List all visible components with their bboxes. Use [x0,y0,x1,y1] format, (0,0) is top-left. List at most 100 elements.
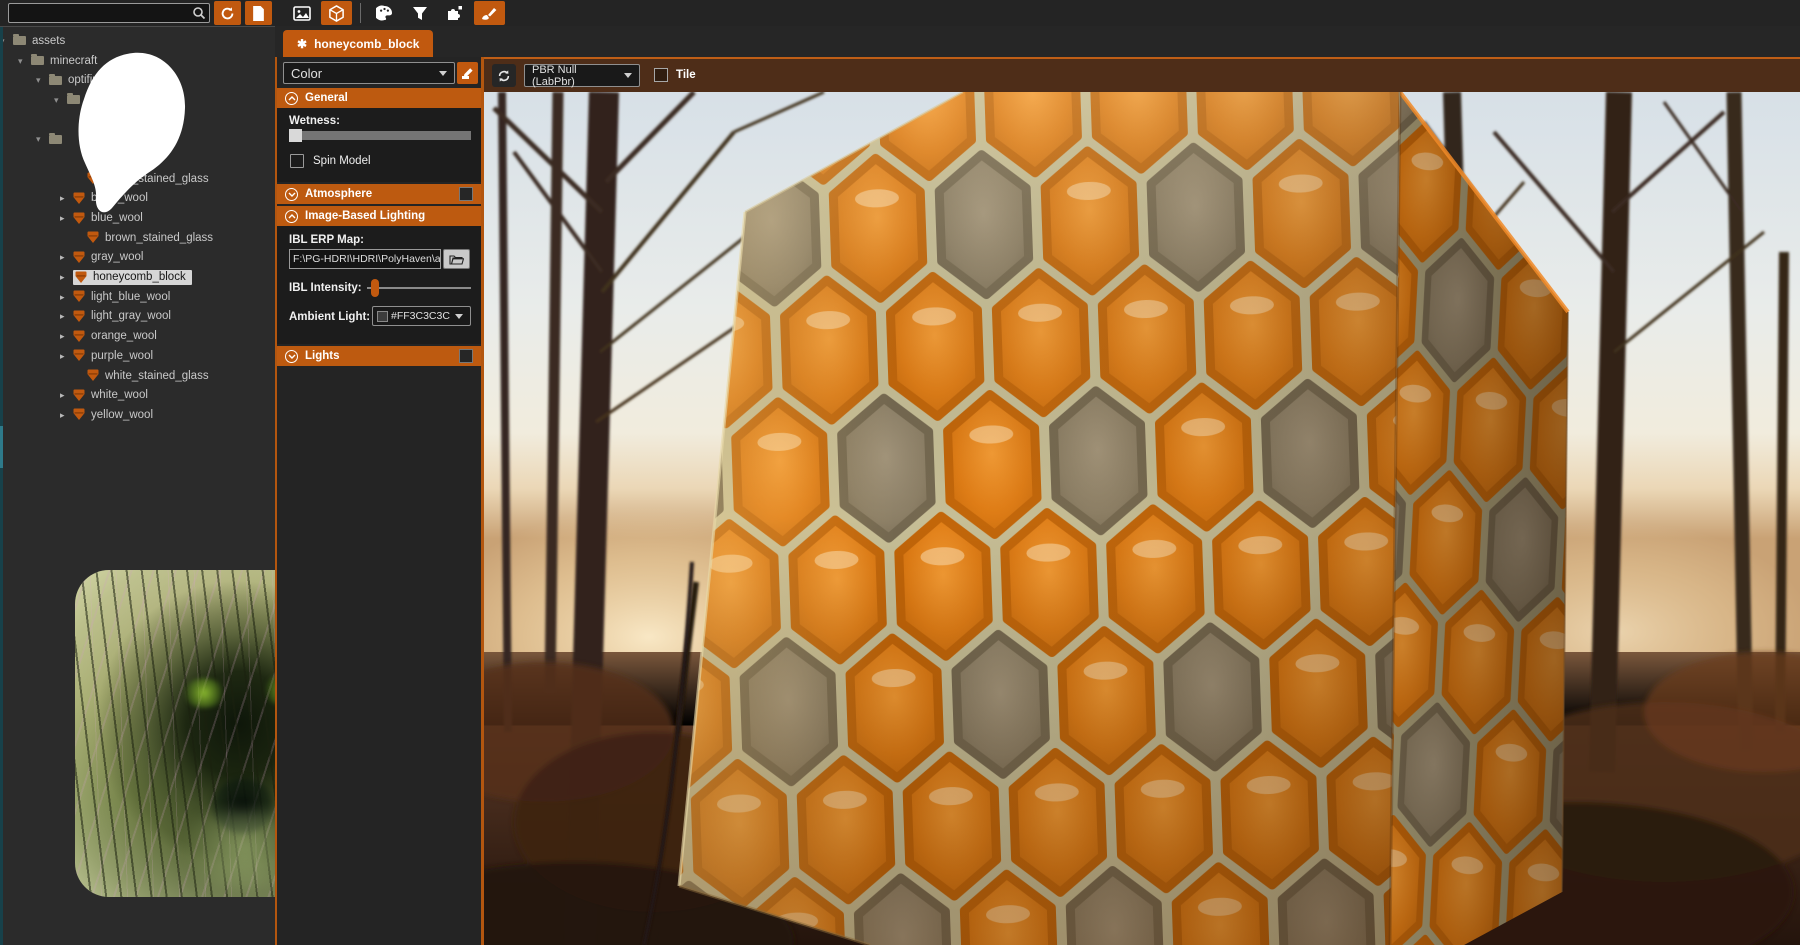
preview-eye-glow-left [183,678,225,708]
tree-material-row[interactable]: white_stained_glass [0,366,275,386]
viewport-header: PBR Null (LabPbr) Tile [484,57,1800,92]
tree-caret-icon[interactable]: ▸ [60,391,68,399]
app-window: ✱ honeycomb_block ▾assets▾minecraft▾opti… [0,0,1800,945]
tree-caret-icon[interactable]: ▸ [60,293,68,301]
chevron-up-circle-icon [285,92,298,105]
tree-item-label: white_stained_glass [105,370,209,382]
palette-button[interactable] [369,1,400,25]
material-icon [73,349,85,362]
properties-panel: Color General Wetness: Spin Model [275,57,484,945]
browse-erp-map-button[interactable] [443,249,470,269]
section-title: Atmosphere [305,188,372,200]
material-icon [75,271,87,284]
viewport-refresh-button[interactable] [492,64,516,87]
spin-model-label: Spin Model [313,155,371,167]
ambient-color-swatch [377,311,388,322]
ambient-light-label: Ambient Light: [289,311,370,323]
section-header-atmosphere[interactable]: Atmosphere [277,184,481,204]
filter-button[interactable] [404,1,435,25]
refresh-icon [497,69,511,83]
lights-enabled-checkbox[interactable] [459,349,473,363]
shader-mode-dropdown[interactable]: PBR Null (LabPbr) [524,64,640,87]
section-title: Lights [305,350,340,362]
chevron-down-icon [439,71,447,76]
tree-caret-icon[interactable]: ▸ [60,411,68,419]
tree-item-label: white_wool [91,389,148,401]
tree-material-row[interactable]: ▸ honeycomb_block [0,267,275,287]
tree-item-label: honeycomb_block [93,271,186,283]
section-title: General [305,92,348,104]
wetness-label: Wetness: [289,115,340,127]
tree-selection-highlight[interactable]: honeycomb_block [73,270,192,285]
tree-item-label: orange_wool [91,330,157,342]
tree-material-row[interactable]: ▸ light_gray_wool [0,307,275,327]
tab-strip: ✱ honeycomb_block [275,26,1800,57]
tree-material-row[interactable]: ▸ gray_wool [0,248,275,268]
section-body-general: Wetness: Spin Model [277,108,481,182]
material-icon [73,251,85,264]
puzzle-icon [446,5,463,21]
atmosphere-enabled-checkbox[interactable] [459,187,473,201]
plugin-button[interactable] [439,1,470,25]
tab-honeycomb-block[interactable]: ✱ honeycomb_block [283,30,433,57]
folder-open-icon [449,254,464,265]
scene-render [484,92,1800,945]
tree-item-label: light_gray_wool [91,310,171,322]
wetness-slider-track[interactable] [289,131,471,140]
edit-channel-button[interactable] [457,62,478,84]
shader-mode-value: PBR Null (LabPbr) [525,64,624,88]
spin-model-checkbox[interactable] [290,154,304,168]
tree-caret-icon[interactable]: ▸ [60,273,68,281]
pencil-icon [461,67,474,80]
model-3d-view-button[interactable] [321,1,352,25]
image-icon [293,6,311,21]
viewport-3d-scene[interactable] [484,92,1800,945]
tree-material-row[interactable]: ▸ orange_wool [0,326,275,346]
toolbar-separator [360,3,361,23]
wetness-slider-handle[interactable] [289,129,302,142]
tree-material-row[interactable]: ▸ white_wool [0,385,275,405]
redaction-blob [0,0,260,240]
tree-caret-icon[interactable]: ▸ [60,332,68,340]
ibl-erp-map-input[interactable]: F:\PG-HDRI\HDRI\PolyHaven\autumn_f [289,249,441,269]
ibl-erp-map-label: IBL ERP Map: [289,234,364,246]
tree-material-row[interactable]: ▸light_blue_wool [0,287,275,307]
paint-button[interactable] [474,1,505,25]
tab-dirty-marker: ✱ [297,37,307,51]
brush-icon [481,6,498,21]
tile-checkbox[interactable] [654,68,668,82]
main-toolbar [286,1,509,25]
tab-label: honeycomb_block [314,37,419,51]
material-icon [73,408,85,421]
section-header-lights[interactable]: Lights [277,346,481,366]
tree-material-row[interactable]: ▸ yellow_wool [0,405,275,425]
tree-material-row[interactable]: ▸purple_wool [0,346,275,366]
tree-caret-icon[interactable]: ▸ [60,312,68,320]
tree-caret-icon[interactable]: ▸ [60,352,68,360]
ibl-intensity-slider-track[interactable] [367,287,471,289]
channel-selector-dropdown[interactable]: Color [283,62,455,84]
section-header-general[interactable]: General [277,88,481,108]
palette-icon [376,5,393,21]
section-body-ibl: IBL ERP Map: F:\PG-HDRI\HDRI\PolyHaven\a… [277,226,481,344]
chevron-up-circle-icon [285,210,298,223]
tree-caret-icon[interactable]: ▸ [60,253,68,261]
tree-caret-icon[interactable] [74,372,82,380]
material-icon [73,389,85,402]
ambient-light-dropdown[interactable]: #FF3C3C3C [372,306,471,326]
ibl-intensity-slider-handle[interactable] [371,279,379,297]
tile-label: Tile [676,69,696,81]
chevron-down-circle-icon [285,188,298,201]
ambient-light-value: #FF3C3C3C [388,310,455,322]
chevron-down-icon [455,314,463,319]
material-icon [87,369,99,382]
material-icon [73,290,85,303]
image-view-button[interactable] [286,1,317,25]
tree-item-label: gray_wool [91,251,143,263]
channel-selector-row: Color [277,57,481,87]
tree-item-label: yellow_wool [91,409,153,421]
section-header-ibl[interactable]: Image-Based Lighting [277,206,481,226]
chevron-down-circle-icon [285,350,298,363]
section-title: Image-Based Lighting [305,210,425,222]
tree-scrollbar-thumb[interactable] [0,426,3,468]
